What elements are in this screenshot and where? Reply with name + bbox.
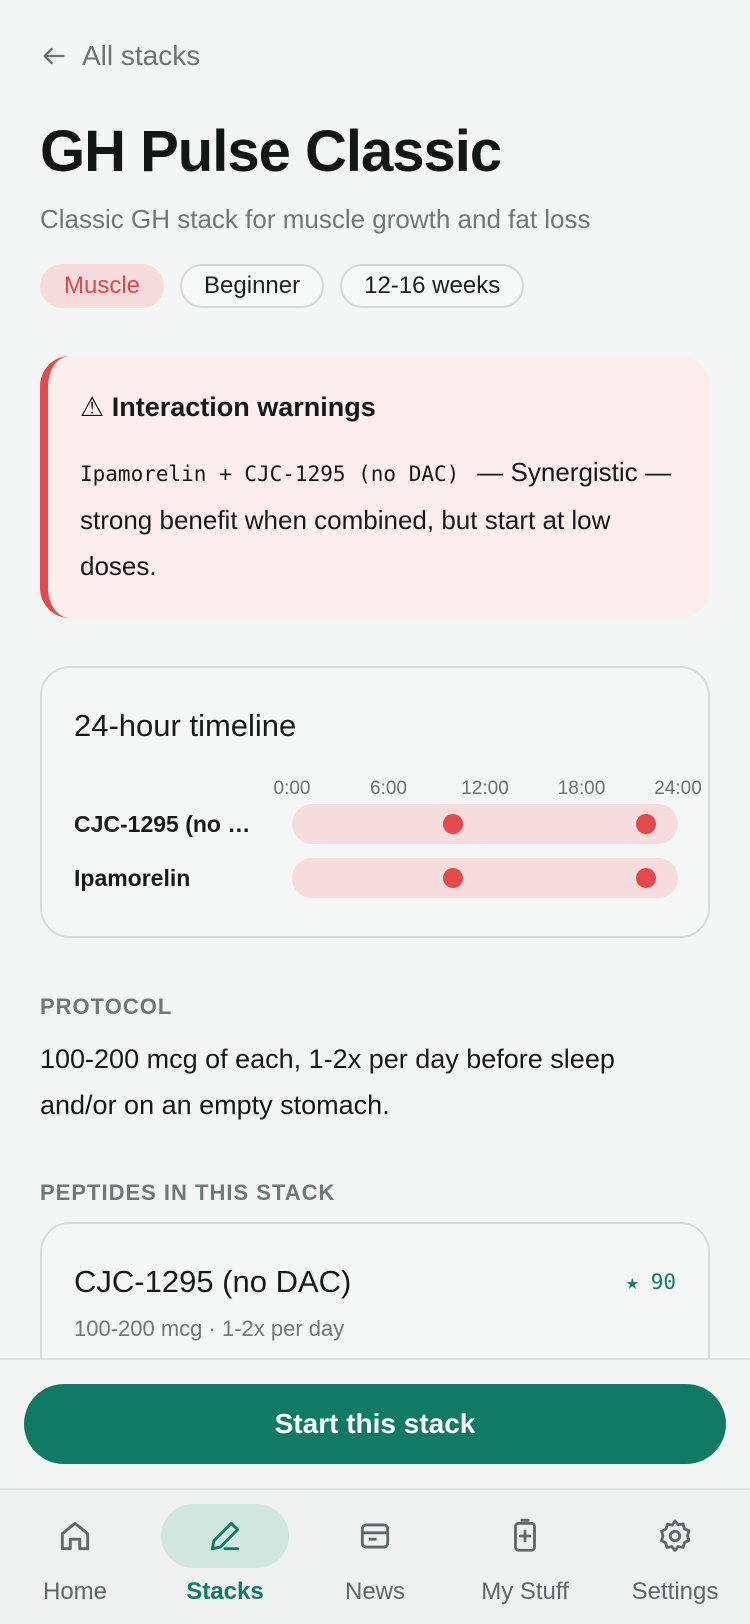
- timeline-tick: 0:00: [273, 778, 311, 799]
- peptide-dose: 100-200 mcg · 1-2x per day: [74, 1316, 345, 1341]
- news-icon: [360, 1523, 390, 1549]
- nav-item-news[interactable]: News: [300, 1504, 450, 1624]
- star-icon: ★: [626, 1270, 639, 1294]
- bottom-nav: Home Stacks News My Stuff Settings: [0, 1488, 750, 1624]
- peptide-score-value: 90: [650, 1270, 676, 1294]
- peptide-name: CJC-1295 (no DAC): [74, 1264, 352, 1299]
- timeline-tick: 6:00: [370, 778, 407, 799]
- stack-detail-scroll[interactable]: All stacks GH Pulse Classic Classic GH s…: [0, 0, 750, 1360]
- nav-label-my-stuff: My Stuff: [481, 1578, 569, 1605]
- protocol-text: 100-200 mcg of each, 1-2x per day before…: [40, 1044, 615, 1120]
- timeline-dose-dot: [635, 868, 656, 888]
- back-label: All stacks: [82, 40, 201, 71]
- nav-label-settings: Settings: [631, 1578, 719, 1605]
- timeline-row: Ipamorelin: [74, 858, 684, 898]
- peptide-score: ★ 90: [626, 1270, 676, 1294]
- pen-icon: [210, 1521, 240, 1551]
- timeline-card: 24-hour timeline 0:00 6:00 12:00 18:00 24:00…: [40, 666, 710, 938]
- warning-item: Ipamorelin + CJC-1295 (no DAC) — Synergis…: [80, 449, 676, 589]
- nav-label-stacks: Stacks: [186, 1578, 264, 1605]
- timeline-track: [292, 858, 678, 898]
- home-icon: [60, 1521, 90, 1551]
- start-stack-button[interactable]: Start this stack: [24, 1384, 726, 1464]
- back-link[interactable]: All stacks: [40, 40, 200, 72]
- timeline-tick: 24:00: [654, 778, 702, 799]
- timeline-dose-dot: [635, 814, 656, 834]
- nav-item-settings[interactable]: Settings: [600, 1504, 750, 1624]
- timeline-title: 24-hour timeline: [74, 708, 297, 743]
- page-subtitle: Classic GH stack for muscle growth and f…: [40, 204, 591, 234]
- nav-item-my-stuff[interactable]: My Stuff: [450, 1504, 600, 1624]
- warnings-title: ⚠ Interaction warnings: [80, 392, 376, 422]
- timeline-dose-dot: [442, 868, 463, 888]
- tag-list: Muscle Beginner 12-16 weeks: [40, 264, 525, 308]
- timeline-dose-dot: [442, 814, 463, 834]
- my-stuff-icon: [514, 1518, 536, 1552]
- interaction-warnings-card: ⚠ Interaction warnings Ipamorelin + CJC-…: [40, 356, 710, 618]
- nav-label-home: Home: [42, 1578, 108, 1605]
- timeline-row: CJC-1295 (no DAC): [74, 804, 684, 844]
- gear-icon: [660, 1519, 691, 1552]
- nav-label-news: News: [344, 1578, 405, 1605]
- peptide-card[interactable]: CJC-1295 (no DAC) 100-200 mcg · 1-2x per…: [40, 1222, 710, 1360]
- cta-bar: Start this stack: [0, 1358, 750, 1488]
- page-title: GH Pulse Classic: [40, 119, 502, 184]
- timeline-track: [292, 804, 678, 844]
- warning-pair: Ipamorelin + CJC-1295 (no DAC): [80, 462, 460, 486]
- nav-item-stacks[interactable]: Stacks: [150, 1504, 300, 1624]
- tag-goal: Muscle: [40, 264, 165, 308]
- protocol-label: PROTOCOL: [40, 994, 173, 1019]
- nav-item-home[interactable]: Home: [0, 1504, 150, 1624]
- timeline-tick: 18:00: [557, 778, 606, 799]
- timeline-row-label: CJC-1295 (no DAC): [74, 811, 264, 837]
- tag-level: Beginner: [180, 264, 325, 308]
- timeline-row-label: Ipamorelin: [74, 865, 191, 891]
- peptides-label: PEPTIDES IN THIS STACK: [40, 1180, 336, 1205]
- tag-duration: 12-16 weeks: [340, 264, 525, 308]
- timeline-tick: 12:00: [461, 778, 509, 799]
- arrow-left-icon: [43, 47, 65, 65]
